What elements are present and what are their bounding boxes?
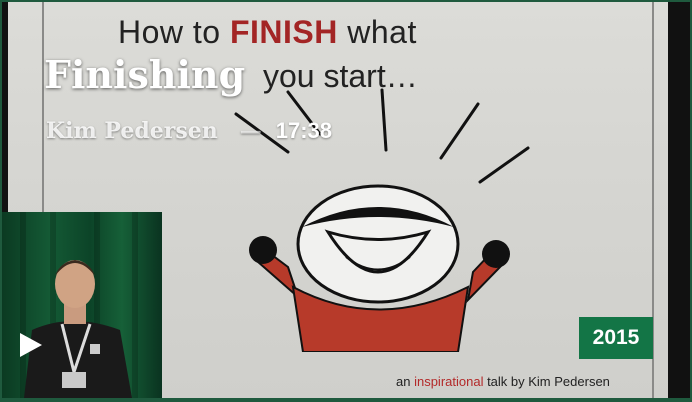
slide-footer-pre: an [396, 374, 415, 389]
speaker-name[interactable]: Kim Pedersen [46, 118, 218, 144]
slide-footer: an inspirational talk by Kim Pedersen [396, 374, 610, 389]
meta-separator: — [239, 118, 262, 144]
slide-footer-emphasis: inspirational [414, 374, 484, 389]
talk-duration: 17:38 [275, 118, 332, 143]
video-card[interactable]: How to FINISH what you start… an inspira… [2, 2, 690, 398]
slide-headline: How to FINISH what [118, 14, 417, 51]
slide-headline-pre: How to [118, 14, 230, 50]
talk-meta: Kim Pedersen — 17:38 [46, 118, 332, 144]
year-badge: 2015 [579, 317, 653, 359]
play-icon[interactable] [12, 327, 48, 363]
slide-headline-post: what [337, 14, 417, 50]
speaker-figure [24, 260, 132, 398]
slide-footer-post: talk by Kim Pedersen [483, 374, 610, 389]
speaker-video-thumbnail[interactable] [2, 212, 162, 398]
talk-title[interactable]: Finishing [44, 52, 245, 97]
slide-headline-emphasis: FINISH [229, 14, 338, 50]
